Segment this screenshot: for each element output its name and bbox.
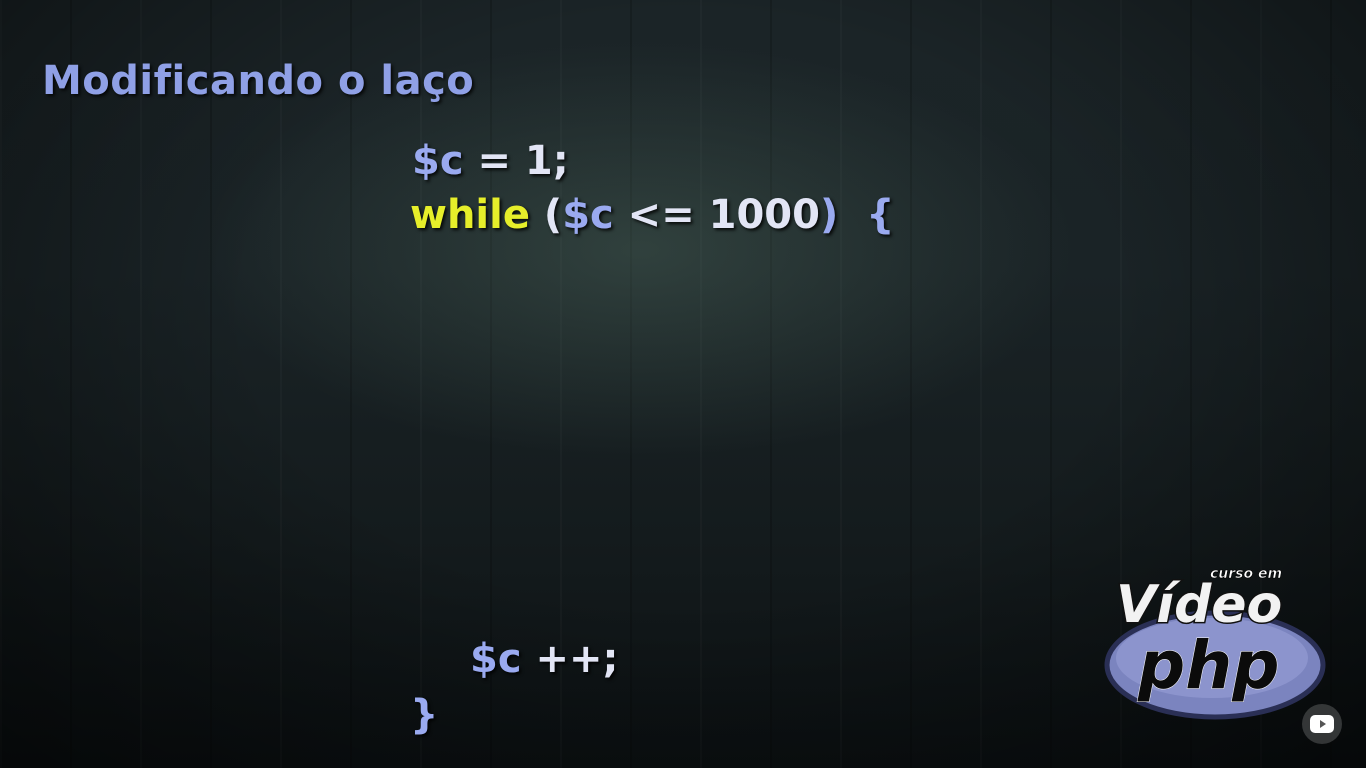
code-line-while: while ($c <= 1000) {: [410, 192, 895, 238]
code-increment: ++;: [521, 636, 619, 682]
youtube-icon[interactable]: [1302, 704, 1342, 744]
code-line-increment: $c ++;: [470, 636, 619, 682]
curso-em-video-php-logo: curso em Vídeo php: [1104, 566, 1326, 720]
code-variable: $c: [562, 192, 614, 238]
youtube-play-icon: [1310, 715, 1334, 733]
code-assignment: = 1;: [463, 138, 569, 184]
code-keyword-while: while: [410, 192, 530, 238]
code-paren-open: (: [529, 192, 563, 238]
code-line-init: $c = 1;: [412, 138, 569, 184]
logo-main-text: Vídeo: [1116, 575, 1282, 635]
code-paren-close-brace: ) {: [819, 192, 895, 238]
code-condition: <= 1000: [613, 192, 820, 238]
logo-brand-text: php: [1137, 627, 1279, 704]
code-variable: $c: [412, 138, 464, 184]
slide-title: Modificando o laço: [42, 58, 475, 104]
video-frame: Modificando o laço $c = 1; while ($c <= …: [0, 0, 1366, 768]
code-line-close-brace: }: [410, 692, 439, 738]
code-variable: $c: [470, 636, 522, 682]
